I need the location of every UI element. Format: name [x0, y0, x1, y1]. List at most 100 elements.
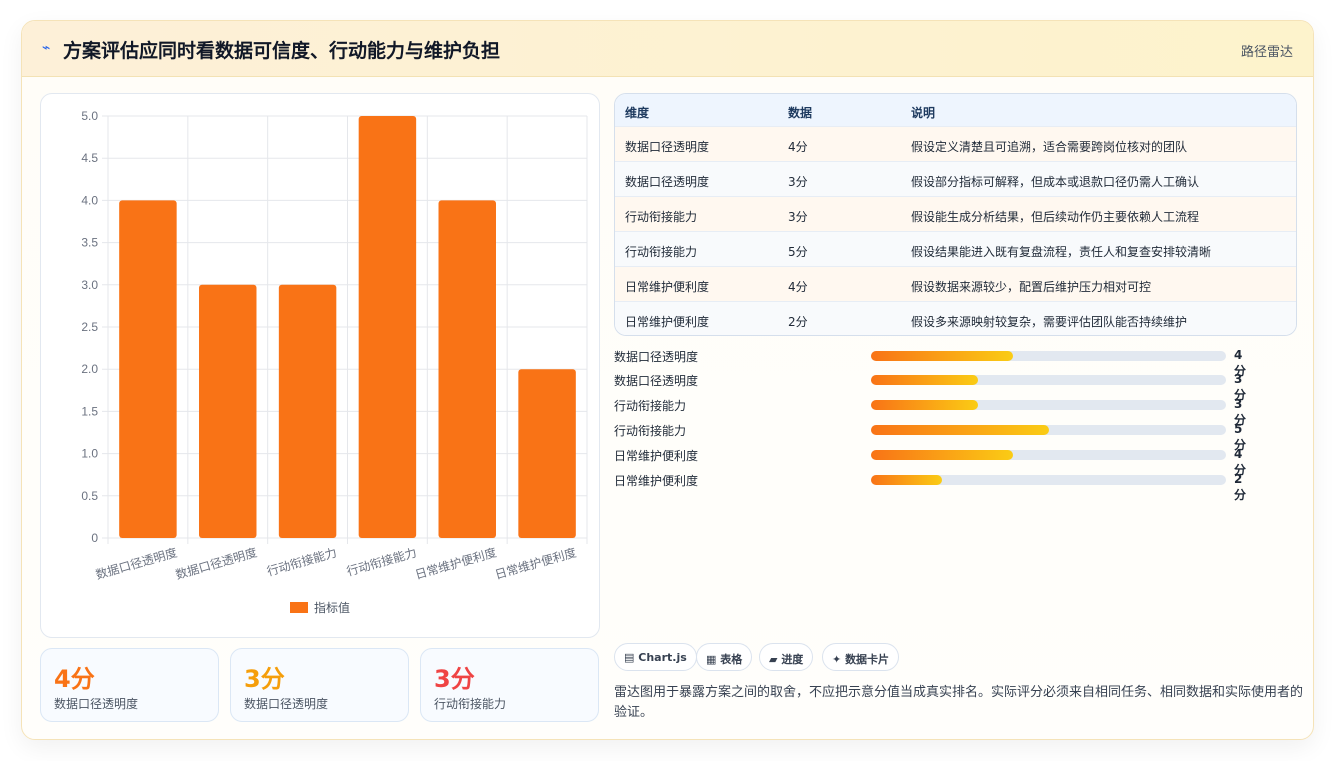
y-tick-label: 4.5 [81, 151, 98, 165]
table-row: 数据口径透明度 3分 假设部分指标可解释，但成本或退款口径仍需人工确认 [615, 162, 1296, 197]
progress-value: 2分 [1234, 472, 1247, 502]
chip-progress[interactable]: ▰ 进度 [759, 643, 814, 671]
y-tick-label: 0 [91, 531, 98, 545]
table-cell: 假设结果能进入既有复盘流程，责任人和复查安排较清晰 [911, 245, 1212, 259]
footnote: 雷达图用于暴露方案之间的取舍，不应把示意分值当成真实排名。实际评分必须来自相同任… [614, 685, 1304, 720]
table-cell: 数据口径透明度 [625, 140, 710, 154]
y-tick-label: 2.0 [81, 362, 98, 376]
bar [518, 369, 576, 538]
main-card: ⌁ 方案评估应同时看数据可信度、行动能力与维护负担 路径雷达 0 0.5 1.0 1.… [21, 20, 1314, 740]
table-cell: 假设能生成分析结果，但后续动作仍主要依赖人工流程 [911, 210, 1200, 224]
table-cell: 4分 [788, 140, 808, 154]
progress-track [871, 475, 1226, 485]
progress-label: 日常维护便利度 [614, 474, 699, 488]
x-tick-label: 数据口径透明度 [174, 544, 259, 582]
x-tick-label: 行动衔接能力 [345, 544, 418, 578]
table-cell: 假设多来源映射较复杂，需要评估团队能否持续维护 [911, 315, 1188, 329]
x-tick-label: 日常维护便利度 [493, 544, 578, 582]
progress-label: 行动衔接能力 [614, 424, 687, 438]
progress-fill [871, 475, 942, 485]
pulse-icon: ⌁ [42, 40, 51, 56]
y-tick-label: 4.0 [81, 193, 98, 207]
progress-track [871, 400, 1226, 410]
progress-row: 行动衔接能力 3分 [614, 395, 1254, 427]
card-header: ⌁ 方案评估应同时看数据可信度、行动能力与维护负担 路径雷达 [22, 21, 1313, 77]
bar [438, 200, 496, 538]
chip-label: Chart.js [638, 651, 687, 664]
progress-track [871, 351, 1226, 361]
legend-swatch [290, 602, 308, 613]
progress-track [871, 450, 1226, 460]
progress-fill [871, 400, 978, 410]
progress-fill [871, 375, 978, 385]
page-title: 方案评估应同时看数据可信度、行动能力与维护负担 [63, 40, 501, 62]
table-header-row: 维度 数据 说明 [615, 94, 1296, 127]
bar-chart-panel: 0 0.5 1.0 1.5 2.0 2.5 3.0 3.5 4.0 4.5 5.0 数据口径透明度 数据… [40, 93, 600, 638]
table-cell: 假设部分指标可解释，但成本或退款口径仍需人工确认 [911, 175, 1200, 189]
stat-value: 4分 [54, 665, 95, 693]
progress-label: 数据口径透明度 [614, 374, 699, 388]
y-tick-label: 2.5 [81, 320, 98, 334]
header-tag: 路径雷达 [1240, 45, 1293, 60]
data-table: 维度 数据 说明 数据口径透明度 4分 假设定义清楚且可追溯，适合需要跨岗位核对… [614, 93, 1297, 336]
legend-label: 指标值 [314, 600, 350, 615]
progress-label: 日常维护便利度 [614, 449, 699, 463]
progress-fill [871, 425, 1049, 435]
sparkle-icon: ✦ [832, 653, 842, 666]
stat-label: 行动衔接能力 [434, 697, 507, 711]
stat-card-2: 3分 数据口径透明度 [230, 648, 409, 722]
y-tick-label: 3.0 [81, 278, 98, 292]
progress-row: 日常维护便利度 2分 [614, 470, 1254, 502]
table-cell: 行动衔接能力 [625, 245, 698, 259]
chip-table[interactable]: ▦ 表格 [696, 643, 753, 671]
progress-row: 日常维护便利度 4分 [614, 445, 1254, 477]
progress-track [871, 425, 1226, 435]
x-tick-label: 日常维护便利度 [413, 544, 498, 582]
table-row: 行动衔接能力 3分 假设能生成分析结果，但后续动作仍主要依赖人工流程 [615, 197, 1296, 232]
progress-label: 行动衔接能力 [614, 399, 687, 413]
bar [358, 116, 417, 538]
table-cell: 假设数据来源较少，配置后维护压力相对可控 [911, 280, 1152, 294]
chip-label: 数据卡片 [845, 653, 890, 666]
y-tick-label: 0.5 [81, 489, 98, 503]
y-tick-label: 1.5 [81, 404, 98, 418]
progress-row: 数据口径透明度 3分 [614, 370, 1254, 402]
bar [119, 200, 177, 538]
table-cell: 日常维护便利度 [625, 280, 710, 294]
progress-fill [871, 351, 1013, 361]
x-tick-label: 行动衔接能力 [265, 544, 338, 578]
table-cell: 数据口径透明度 [625, 175, 710, 189]
progress-icon: ▰ [769, 653, 778, 666]
x-tick-label: 数据口径透明度 [94, 544, 179, 582]
y-tick-label: 1.0 [81, 447, 98, 461]
table-icon: ▦ [706, 653, 717, 666]
stat-value: 3分 [244, 665, 285, 693]
chip-label: 进度 [781, 653, 804, 666]
table-header-cell: 说明 [911, 106, 936, 120]
table-row: 行动衔接能力 5分 假设结果能进入既有复盘流程，责任人和复查安排较清晰 [615, 232, 1296, 267]
table-cell: 行动衔接能力 [625, 210, 698, 224]
progress-track [871, 375, 1226, 385]
chip-chartjs[interactable]: ▤ Chart.js [614, 643, 697, 671]
stat-label: 数据口径透明度 [244, 697, 329, 711]
bar [199, 284, 257, 538]
table-cell: 假设定义清楚且可追溯，适合需要跨岗位核对的团队 [911, 140, 1188, 154]
stat-card-1: 4分 数据口径透明度 [40, 648, 219, 722]
bar [278, 284, 337, 538]
y-tick-label: 5.0 [81, 109, 98, 123]
bar-chart: 0 0.5 1.0 1.5 2.0 2.5 3.0 3.5 4.0 4.5 5.0 数据口径透明度数据… [81, 109, 588, 615]
stat-label: 数据口径透明度 [54, 697, 139, 711]
table-row: 日常维护便利度 4分 假设数据来源较少，配置后维护压力相对可控 [615, 267, 1296, 302]
table-cell: 3分 [788, 210, 808, 224]
table-row: 数据口径透明度 4分 假设定义清楚且可追溯，适合需要跨岗位核对的团队 [615, 127, 1296, 162]
chip-data-card[interactable]: ✦ 数据卡片 [822, 643, 900, 671]
stat-card-3: 3分 行动衔接能力 [420, 648, 599, 722]
table-cell: 4分 [788, 280, 808, 294]
progress-label: 数据口径透明度 [614, 350, 699, 364]
table-cell: 2分 [788, 315, 808, 329]
progress-fill [871, 450, 1013, 460]
progress-row: 行动衔接能力 5分 [614, 420, 1254, 452]
table-row: 日常维护便利度 2分 假设多来源映射较复杂，需要评估团队能否持续维护 [615, 302, 1296, 335]
chart-icon: ▤ [624, 651, 635, 664]
progress-row: 数据口径透明度 4分 [614, 346, 1254, 378]
